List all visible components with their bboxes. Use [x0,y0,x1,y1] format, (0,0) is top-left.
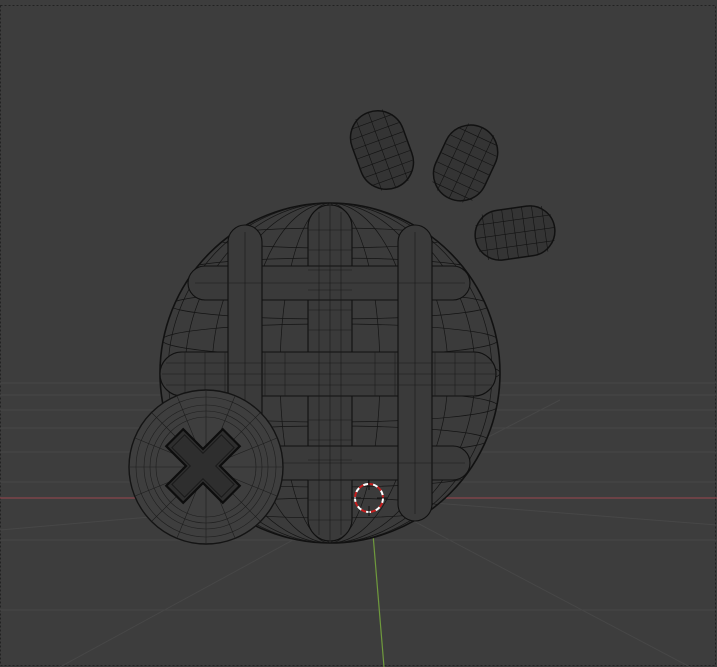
capsule-1-mesh[interactable] [343,103,421,197]
cross-button-disc-mesh[interactable] [128,389,284,545]
capsule-2-mesh[interactable] [425,116,507,210]
viewport-canvas[interactable] [0,0,717,667]
capsule-3-mesh[interactable] [472,203,558,264]
3d-viewport[interactable] [0,0,717,667]
